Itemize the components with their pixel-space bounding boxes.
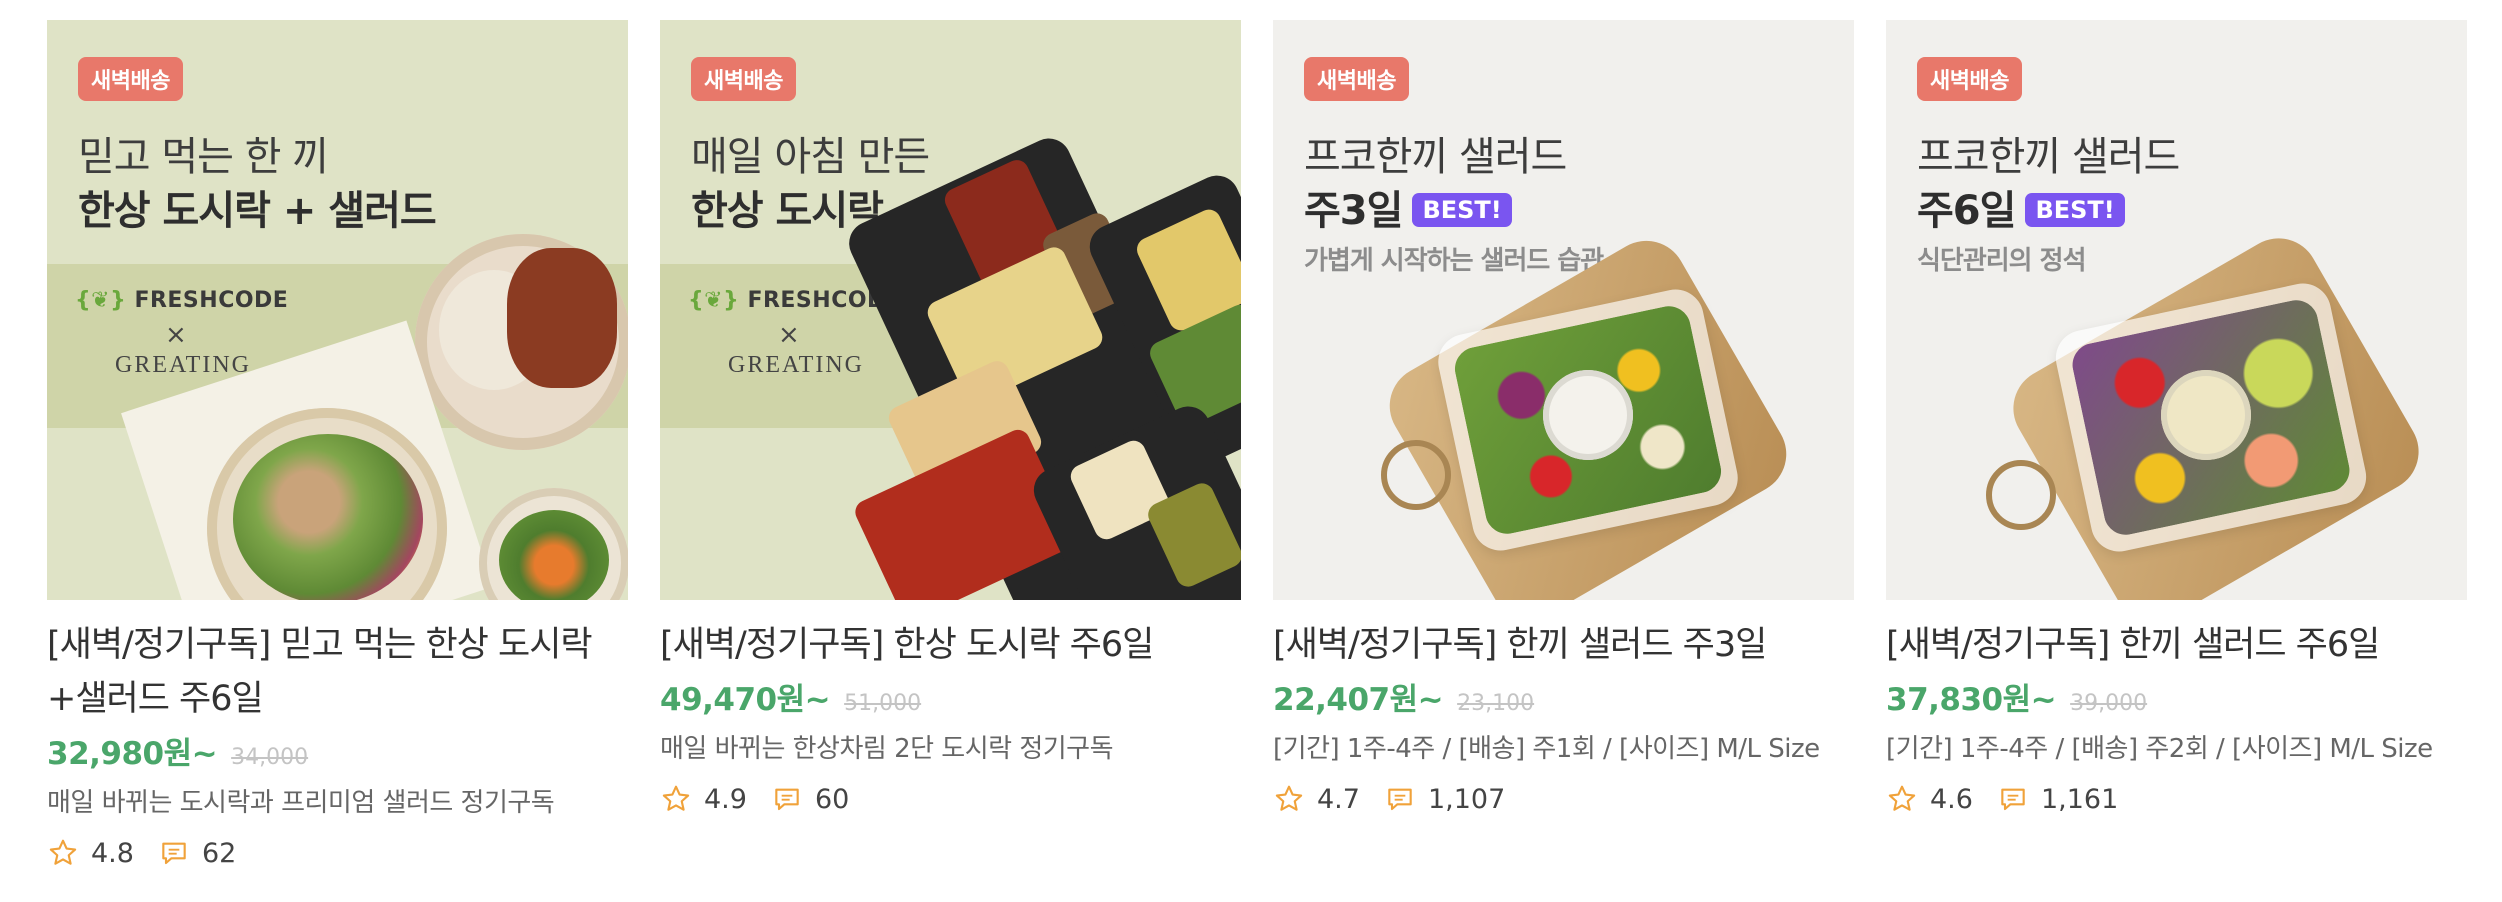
rating-value: 4.8 (91, 837, 134, 869)
star-outline-icon (1275, 785, 1303, 811)
delivery-badge: 새벽배송 (1304, 57, 1409, 101)
star-outline-icon (49, 839, 77, 865)
product-title[interactable]: [새벽/정기구독] 한끼 샐러드 주3일 (1273, 618, 1854, 672)
price-row: 22,407원~ 23,100 (1273, 674, 1854, 719)
board-handle-illustration (1986, 460, 2056, 530)
image-headline: 프코한끼 샐러드 (1917, 134, 2180, 180)
review-count: 1,107 (1427, 783, 1506, 815)
dressing-cup-illustration (2161, 370, 2251, 460)
sale-price: 37,830원~ (1886, 682, 2057, 718)
collab-mark: × (165, 320, 187, 350)
delivery-badge: 새벽배송 (78, 57, 183, 101)
star-outline-icon (662, 785, 690, 811)
delivery-badge: 새벽배송 (1917, 57, 2022, 101)
product-image[interactable]: 새벽배송 매일 아침 만든 한상 도시락 {❦} FRESHCODE × GRE… (660, 20, 1241, 600)
speech-bubble-icon (2001, 788, 2025, 811)
greating-logo: GREATING (115, 352, 251, 378)
product-card[interactable]: 새벽배송 믿고 먹는 한 끼 한상 도시락 + 샐러드 {❦} FRESHCOD… (47, 20, 628, 869)
price-row: 49,470원~ 51,000 (660, 674, 1241, 719)
review-count: 60 (814, 783, 850, 815)
image-subheadline: 가볍게 시작하는 샐러드 습관 (1304, 246, 1604, 276)
collab-mark: × (778, 320, 800, 350)
original-price: 51,000 (844, 691, 922, 716)
product-description: [기간] 1주-4주 / [배송] 주2회 / [사이즈] M/L Size (1886, 734, 2433, 764)
product-image[interactable]: 새벽배송 프코한끼 샐러드 주6일 BEST! 식단관리의 정석 (1886, 20, 2467, 600)
speech-bubble-icon (775, 788, 799, 811)
price-row: 32,980원~ 34,000 (47, 728, 628, 773)
image-headline-bold: 주3일 BEST! (1304, 178, 1512, 236)
original-price: 34,000 (231, 745, 309, 770)
review-count: 62 (201, 837, 237, 869)
meat-illustration (507, 248, 617, 388)
speech-bubble-icon (1388, 788, 1412, 811)
product-stats: 4.6 1,161 (1886, 783, 2467, 815)
price-row: 37,830원~ 39,000 (1886, 674, 2467, 719)
star-outline-icon (1888, 785, 1916, 811)
sale-price: 22,407원~ (1273, 682, 1444, 718)
product-title[interactable]: [새벽/정기구독] 한상 도시락 주6일 (660, 618, 1241, 672)
review-count: 1,161 (2040, 783, 2119, 815)
salad-illustration (233, 434, 423, 600)
image-subheadline: 식단관리의 정석 (1917, 246, 2086, 276)
rating-value: 4.7 (1317, 783, 1360, 815)
greating-logo: GREATING (728, 352, 864, 378)
product-image[interactable]: 새벽배송 프코한끼 샐러드 주3일 BEST! 가볍게 시작하는 샐러드 습관 (1273, 20, 1854, 600)
product-card[interactable]: 새벽배송 프코한끼 샐러드 주6일 BEST! 식단관리의 정석 [새벽/정기구독… (1886, 20, 2467, 869)
sale-price: 32,980원~ (47, 736, 218, 772)
product-title[interactable]: [새벽/정기구독] 한끼 샐러드 주6일 (1886, 618, 2467, 672)
image-headline: 믿고 먹는 한 끼 (78, 134, 329, 180)
product-stats: 4.9 60 (660, 783, 1241, 815)
image-headline-bold: 주6일 BEST! (1917, 178, 2125, 236)
speech-bubble-icon (162, 842, 186, 865)
best-badge: BEST! (1412, 193, 1512, 227)
image-headline-bold: 한상 도시락 + 샐러드 (78, 188, 437, 234)
best-badge: BEST! (2025, 193, 2125, 227)
freshcode-logo: {❦} FRESHCODE (75, 288, 289, 313)
delivery-badge: 새벽배송 (691, 57, 796, 101)
board-handle-illustration (1381, 440, 1451, 510)
product-description: [기간] 1주-4주 / [배송] 주1회 / [사이즈] M/L Size (1273, 734, 1820, 764)
product-description: 매일 바뀌는 도시락과 프리미엄 샐러드 정기구독 (47, 788, 555, 818)
rating-value: 4.6 (1930, 783, 1973, 815)
sale-price: 49,470원~ (660, 682, 831, 718)
product-description: 매일 바뀌는 한상차림 2단 도시락 정기구독 (660, 734, 1114, 764)
product-card[interactable]: 새벽배송 프코한끼 샐러드 주3일 BEST! 가볍게 시작하는 샐러드 습관 [… (1273, 20, 1854, 869)
image-headline: 매일 아침 만든 (691, 134, 930, 180)
product-title[interactable]: [새벽/정기구독] 믿고 먹는 한상 도시락+샐러드 주6일 (47, 618, 628, 726)
product-card[interactable]: 새벽배송 매일 아침 만든 한상 도시락 {❦} FRESHCODE × GRE… (660, 20, 1241, 869)
product-stats: 4.7 1,107 (1273, 783, 1854, 815)
rating-value: 4.9 (704, 783, 747, 815)
original-price: 39,000 (2070, 691, 2148, 716)
product-grid: 새벽배송 믿고 먹는 한 끼 한상 도시락 + 샐러드 {❦} FRESHCOD… (47, 20, 2467, 869)
product-stats: 4.8 62 (47, 837, 628, 869)
dressing-cup-illustration (1543, 370, 1633, 460)
veg-illustration (499, 510, 609, 600)
image-headline: 프코한끼 샐러드 (1304, 134, 1567, 180)
original-price: 23,100 (1457, 691, 1535, 716)
product-image[interactable]: 새벽배송 믿고 먹는 한 끼 한상 도시락 + 샐러드 {❦} FRESHCOD… (47, 20, 628, 600)
